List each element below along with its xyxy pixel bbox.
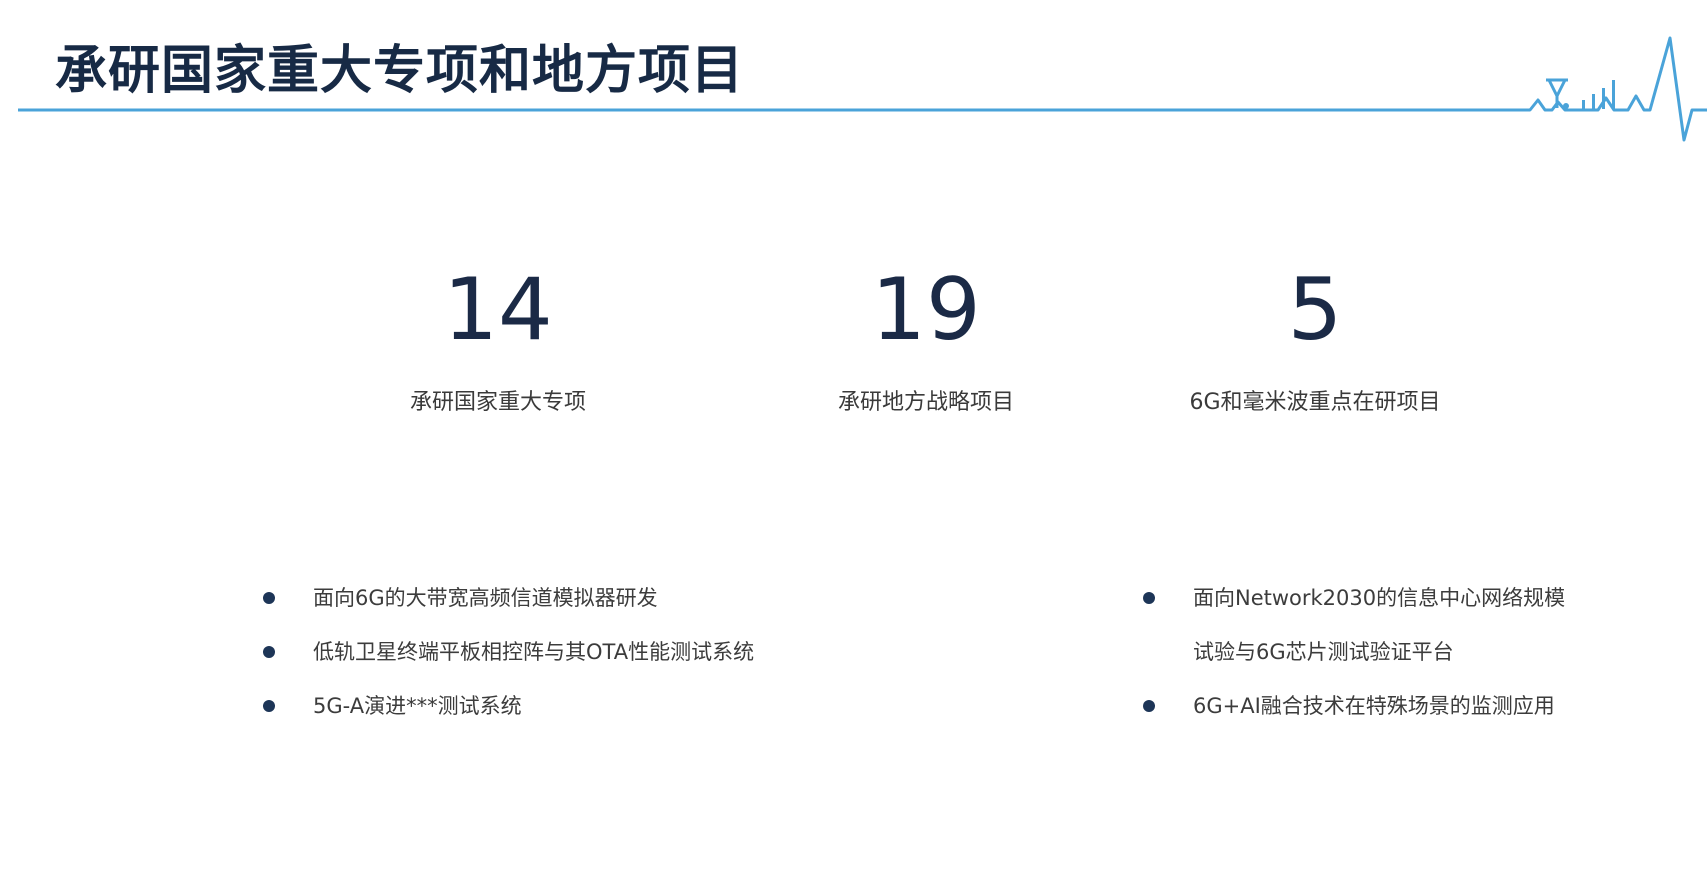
bullet-icon <box>263 592 275 604</box>
bullet-icon <box>263 700 275 712</box>
list-item-text: 面向Network2030的信息中心网络规模 <box>1193 586 1566 610</box>
stat-label: 承研国家重大专项 <box>409 390 586 415</box>
list-item-text: 5G-A演进***测试系统 <box>313 694 522 718</box>
list-item: 6G+AI融合技术在特殊场景的监测应用 <box>1143 679 1565 733</box>
stat-value: 14 <box>443 260 553 360</box>
list-item-text: 面向6G的大带宽高频信道模拟器研发 <box>313 586 658 610</box>
list-item: 面向6G的大带宽高频信道模拟器研发 <box>263 571 754 625</box>
list-item: 5G-A演进***测试系统 <box>263 679 754 733</box>
stat-label: 6G和毫米波重点在研项目 <box>1189 390 1441 415</box>
bullet-icon <box>1143 700 1155 712</box>
left-project-list: 面向6G的大带宽高频信道模拟器研发 低轨卫星终端平板相控阵与其OTA性能测试系统… <box>263 571 754 733</box>
stat-label: 承研地方战略项目 <box>837 390 1014 415</box>
right-project-list: 面向Network2030的信息中心网络规模 试验与6G芯片测试验证平台 6G+… <box>1143 571 1565 733</box>
bullet-icon <box>263 646 275 658</box>
stat-6g-mmwave-projects: 5 6G和毫米波重点在研项目 <box>1145 262 1485 416</box>
signal-antenna-icon <box>1546 78 1569 109</box>
page-title: 承研国家重大专项和地方项目 <box>55 41 745 101</box>
list-item-text-continued: 试验与6G芯片测试验证平台 <box>1193 640 1454 664</box>
bullet-icon <box>1143 592 1155 604</box>
slide: 承研国家重大专项和地方项目 14 承研国家重大专项 19 承研地方战略项目 5 … <box>0 0 1707 895</box>
list-item: 低轨卫星终端平板相控阵与其OTA性能测试系统 <box>263 625 754 679</box>
list-item: 面向Network2030的信息中心网络规模 试验与6G芯片测试验证平台 <box>1143 571 1565 679</box>
list-item-text: 6G+AI融合技术在特殊场景的监测应用 <box>1193 694 1555 718</box>
list-item-text: 低轨卫星终端平板相控阵与其OTA性能测试系统 <box>313 640 755 664</box>
stat-value: 19 <box>871 260 981 360</box>
stat-national-projects: 14 承研国家重大专项 <box>328 262 668 416</box>
stat-local-projects: 19 承研地方战略项目 <box>756 262 1096 416</box>
stat-value: 5 <box>1287 260 1343 360</box>
